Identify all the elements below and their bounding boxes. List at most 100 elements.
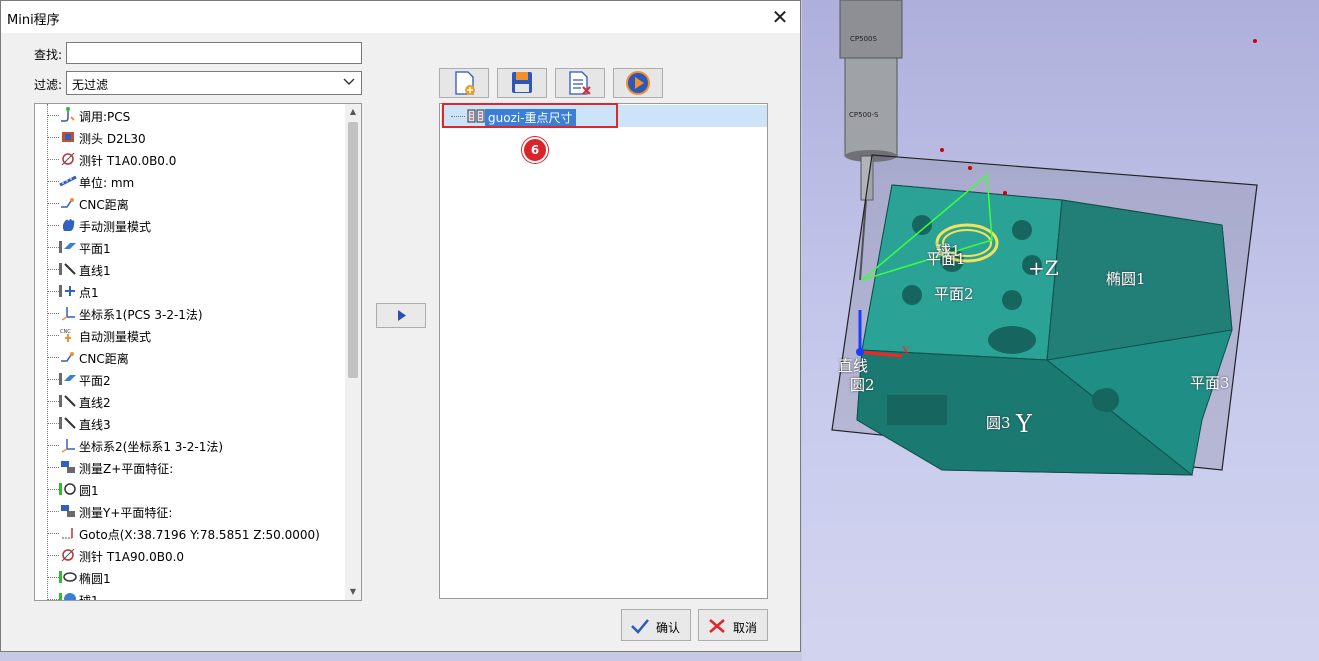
delete-file-icon bbox=[569, 71, 591, 95]
tree-item[interactable]: 测头 D2L30 bbox=[35, 126, 347, 148]
tree-item-label: 测针 T1A90.0B0.0 bbox=[79, 550, 185, 564]
tree-connector bbox=[47, 423, 59, 424]
tree-item[interactable]: 平面2 bbox=[35, 368, 347, 390]
vp-label-line: 直线 bbox=[838, 357, 869, 375]
cnc-distance-icon bbox=[61, 352, 74, 362]
tree-item-label: 调用:PCS bbox=[79, 110, 131, 124]
line-icon bbox=[59, 395, 76, 407]
filter-select[interactable]: 无过滤 bbox=[66, 71, 362, 95]
ok-button[interactable]: 确认 bbox=[621, 609, 691, 641]
tree-item[interactable]: 圆1 bbox=[35, 478, 347, 500]
auto-mode-icon: CNC bbox=[60, 329, 71, 342]
play-icon bbox=[626, 71, 650, 95]
vp-label-plus-z: +Z bbox=[1028, 256, 1059, 280]
tree-connector bbox=[47, 379, 59, 380]
tree-item[interactable]: 调用:PCS bbox=[35, 104, 347, 126]
tree-item[interactable]: 点1 bbox=[35, 280, 347, 302]
tree-scrollbar[interactable]: ▲ ▼ bbox=[345, 104, 361, 600]
tree-item[interactable]: 椭圆1 bbox=[35, 566, 347, 588]
stylus-icon bbox=[61, 152, 75, 166]
tree-item-label: 测量Z+平面特征: bbox=[79, 462, 174, 476]
tree-connector bbox=[47, 511, 59, 512]
tree-item[interactable]: 直线3 bbox=[35, 412, 347, 434]
tree-item[interactable]: 平面1 bbox=[35, 236, 347, 258]
cnc-distance-icon bbox=[61, 198, 74, 208]
vp-label-ellipse1: 椭圆1 bbox=[1106, 270, 1146, 288]
close-button[interactable]: ✕ bbox=[768, 5, 792, 29]
part-model-view: CP500S CP500-S bbox=[831, 0, 1258, 476]
tree-connector bbox=[47, 335, 59, 336]
save-program-button[interactable] bbox=[497, 68, 547, 98]
tree-item-label: 平面2 bbox=[79, 374, 111, 388]
measure-group-icon bbox=[61, 461, 75, 473]
tree-item[interactable]: Goto点(X:38.7196 Y:78.5851 Z:50.0000) bbox=[35, 522, 347, 544]
cancel-button[interactable]: 取消 bbox=[698, 609, 768, 641]
tree-connector bbox=[47, 269, 59, 270]
measure-group-icon bbox=[61, 505, 75, 517]
tree-item[interactable]: 坐标系1(PCS 3-2-1法) bbox=[35, 302, 347, 324]
vp-label-plane2: 平面2 bbox=[934, 285, 974, 303]
tree-item-label: CNC距离 bbox=[79, 198, 129, 212]
tree-connector bbox=[47, 533, 59, 534]
annotation-highlight-box bbox=[442, 103, 618, 128]
filter-label: 过滤: bbox=[34, 78, 63, 92]
tree-item-label: 平面1 bbox=[79, 242, 111, 256]
goto-point-icon bbox=[62, 528, 73, 539]
find-label: 查找: bbox=[34, 48, 63, 62]
tree-item-label: 测针 T1A0.0B0.0 bbox=[79, 154, 177, 168]
tree-connector bbox=[47, 313, 59, 314]
feature-tree[interactable]: 调用:PCS 测头 D2L30 测针 T1A0.0B0.0 单位: mm CNC距离 手动… bbox=[34, 103, 362, 601]
tree-connector bbox=[47, 203, 59, 204]
tree-connector bbox=[47, 159, 59, 160]
tree-item[interactable]: 直线1 bbox=[35, 258, 347, 280]
tree-item-label: 坐标系2(坐标系1 3-2-1法) bbox=[79, 440, 224, 454]
dialog-titlebar: Mini程序 ✕ bbox=[1, 1, 800, 33]
mini-program-dialog: Mini程序 ✕ 查找: 过滤: 无过滤 调用:PCS 测头 D2L30 测针 T1… bbox=[0, 0, 801, 652]
tree-item-label: 单位: mm bbox=[79, 176, 135, 190]
tree-item[interactable]: 测针 T1A90.0B0.0 bbox=[35, 544, 347, 566]
tree-item-label: 椭圆1 bbox=[79, 572, 111, 586]
point-icon bbox=[59, 285, 75, 297]
run-program-button[interactable] bbox=[613, 68, 663, 98]
tree-item[interactable]: 手动测量模式 bbox=[35, 214, 347, 236]
tree-item[interactable]: 坐标系2(坐标系1 3-2-1法) bbox=[35, 434, 347, 456]
tree-item[interactable]: 测量Y+平面特征: bbox=[35, 500, 347, 522]
tree-connector bbox=[47, 181, 59, 182]
tree-connector bbox=[47, 247, 59, 248]
tree-connector bbox=[47, 225, 59, 226]
tree-item[interactable]: 球1 bbox=[35, 588, 347, 601]
tree-item-label: 自动测量模式 bbox=[79, 330, 152, 344]
tree-item-label: 圆1 bbox=[79, 484, 99, 498]
plane-icon bbox=[59, 241, 76, 253]
manual-mode-icon bbox=[62, 219, 75, 231]
delete-program-button[interactable] bbox=[555, 68, 605, 98]
vp-label-circle3: 圆3 bbox=[986, 414, 1011, 432]
add-to-program-button[interactable] bbox=[376, 303, 426, 328]
new-file-icon bbox=[455, 71, 475, 95]
ellipse-icon bbox=[59, 571, 77, 583]
tree-connector bbox=[47, 401, 59, 402]
tree-item-label: Goto点(X:38.7196 Y:78.5851 Z:50.0000) bbox=[79, 528, 320, 542]
scroll-down-icon[interactable]: ▼ bbox=[345, 584, 361, 600]
tree-item[interactable]: CNC 自动测量模式 bbox=[35, 324, 347, 346]
tree-item-label: 球1 bbox=[79, 594, 99, 601]
tree-item-label: 直线3 bbox=[79, 418, 111, 432]
tree-connector bbox=[47, 291, 59, 292]
tree-item[interactable]: 测量Z+平面特征: bbox=[35, 456, 347, 478]
tree-item[interactable]: CNC距离 bbox=[35, 346, 347, 368]
program-list[interactable]: guozi-重点尺寸 bbox=[439, 103, 768, 599]
tree-connector bbox=[47, 489, 59, 490]
circle-icon bbox=[59, 483, 76, 495]
tree-item[interactable]: CNC距离 bbox=[35, 192, 347, 214]
tree-item[interactable]: 直线2 bbox=[35, 390, 347, 412]
find-input[interactable] bbox=[66, 42, 362, 64]
cancel-button-label: 取消 bbox=[733, 621, 758, 635]
tree-item[interactable]: 单位: mm bbox=[35, 170, 347, 192]
cad-3d-viewport[interactable]: CP500S CP500-S 球1 平面1 +Z 椭圆1 平面2 直线 圆2 平… bbox=[802, 0, 1319, 661]
scroll-thumb[interactable] bbox=[348, 122, 358, 378]
tree-item-label: 直线2 bbox=[79, 396, 111, 410]
close-icon: ✕ bbox=[771, 5, 789, 29]
new-program-button[interactable] bbox=[439, 68, 489, 98]
tree-item[interactable]: 测针 T1A0.0B0.0 bbox=[35, 148, 347, 170]
scroll-up-icon[interactable]: ▲ bbox=[345, 104, 361, 120]
